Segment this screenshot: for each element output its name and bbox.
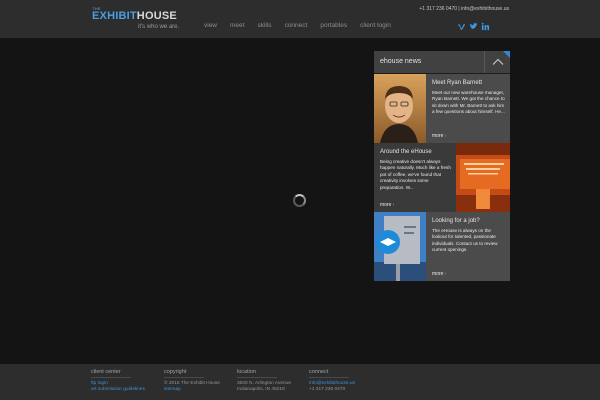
footer-client-center: client center ftp login art submission g… bbox=[91, 369, 145, 394]
news-title: ehouse news bbox=[380, 58, 422, 65]
twitter-icon[interactable] bbox=[469, 22, 478, 31]
nav-client-login[interactable]: client login bbox=[360, 22, 391, 29]
news-item-title: Meet Ryan Barnett bbox=[432, 80, 483, 86]
page: THE EXHIBITHOUSE it's who we are. +1 317… bbox=[0, 0, 600, 400]
ehouse-news-panel: ehouse news Meet Ryan Barnett Meet our n… bbox=[374, 51, 510, 281]
footer-heading: location bbox=[237, 369, 277, 378]
art-submission-link[interactable]: art submission guidelines bbox=[91, 387, 145, 393]
more-link[interactable]: more › bbox=[380, 202, 394, 208]
news-item-title: Around the eHouse bbox=[380, 149, 432, 155]
footer-heading: copyright bbox=[164, 369, 204, 378]
chevron-right-icon: › bbox=[444, 133, 447, 139]
nav-portables[interactable]: portables bbox=[320, 22, 347, 29]
nav-meet[interactable]: meet bbox=[230, 22, 244, 29]
news-item-body: The eHouse is always on the lookout for … bbox=[432, 228, 498, 253]
footer-copyright: copyright © 2015 The Exhibit House sitem… bbox=[164, 369, 220, 394]
news-item-ryan-barnett[interactable]: Meet Ryan Barnett Meet our new warehouse… bbox=[426, 74, 510, 143]
footer-phone: +1 317 236 0470 bbox=[309, 387, 346, 393]
more-link[interactable]: more › bbox=[432, 133, 446, 139]
more-link[interactable]: more › bbox=[432, 271, 446, 277]
social-links bbox=[454, 22, 490, 31]
site-header: THE EXHIBITHOUSE it's who we are. +1 317… bbox=[0, 0, 600, 38]
address-line-2: Indianapolis, IN 46218 bbox=[237, 387, 285, 393]
footer-heading: client center bbox=[91, 369, 131, 378]
chevron-up-icon bbox=[492, 58, 504, 65]
footer-heading: connect bbox=[309, 369, 349, 378]
nav-connect[interactable]: connect bbox=[285, 22, 308, 29]
header-contact: +1 317 236 0470 | info@exhibithouse.us bbox=[419, 6, 509, 12]
footer-location: location 3500 N. Arlington Avenue Indian… bbox=[237, 369, 291, 394]
footer-connect: connect info@exhibithouse.us +1 317 236 … bbox=[309, 369, 355, 394]
loading-spinner bbox=[293, 194, 306, 207]
news-item-looking-for-a-job[interactable]: Looking for a job? The eHouse is always … bbox=[426, 212, 510, 281]
corner-accent bbox=[503, 51, 510, 58]
nav-skills[interactable]: skills bbox=[257, 22, 271, 29]
exhibit-house-logo[interactable]: THE EXHIBITHOUSE it's who we are. bbox=[92, 6, 192, 32]
news-header: ehouse news bbox=[374, 51, 510, 73]
news-item-body: Being creative doesn't always happen nat… bbox=[380, 159, 451, 190]
sitemap-link[interactable]: sitemap bbox=[164, 387, 220, 393]
logo-tagline: it's who we are. bbox=[138, 24, 180, 30]
chevron-right-icon: › bbox=[392, 202, 395, 208]
site-footer: client center ftp login art submission g… bbox=[0, 364, 600, 400]
orange-booth-photo[interactable] bbox=[456, 143, 510, 212]
news-item-around-the-ehouse[interactable]: Around the eHouse Being creative doesn't… bbox=[374, 143, 456, 212]
news-item-body: Meet our new warehouse manager, Ryan Bar… bbox=[432, 90, 505, 115]
linkedin-icon[interactable] bbox=[481, 22, 490, 31]
logo-name: EXHIBITHOUSE bbox=[92, 10, 177, 22]
vimeo-icon[interactable] bbox=[457, 22, 466, 31]
chevron-right-icon: › bbox=[444, 271, 447, 277]
news-item-title: Looking for a job? bbox=[432, 218, 480, 224]
billboard-photo[interactable] bbox=[374, 212, 426, 281]
nav-view[interactable]: view bbox=[204, 22, 217, 29]
main-nav: view meet skills connect portables clien… bbox=[204, 22, 404, 29]
